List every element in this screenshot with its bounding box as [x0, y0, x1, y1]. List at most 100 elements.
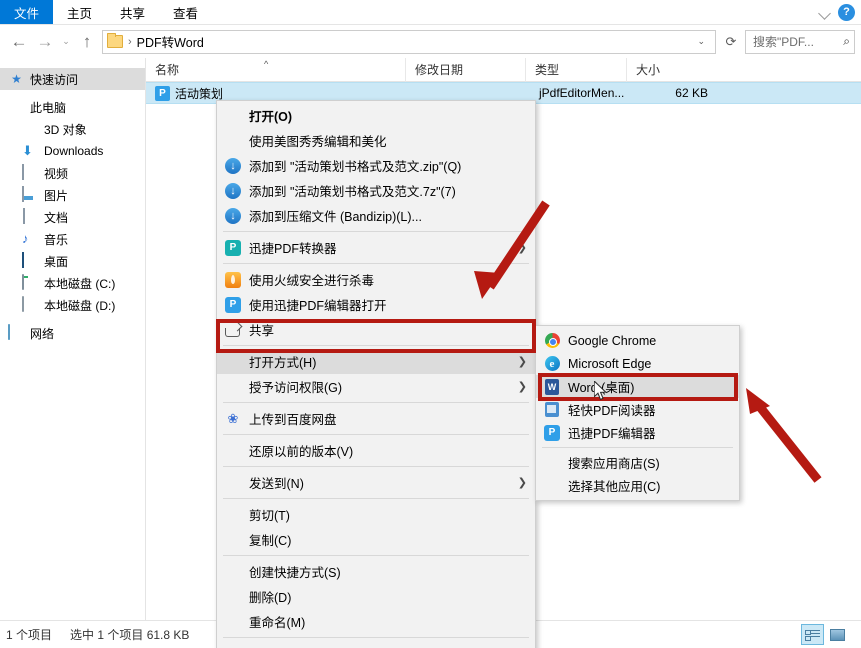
blank-icon — [223, 531, 243, 549]
column-header-name[interactable]: 名称 ^ — [146, 58, 405, 82]
menu-item-share[interactable]: 共享 — [217, 317, 535, 342]
search-placeholder: 搜索"PDF... — [753, 33, 814, 50]
details-view-icon[interactable] — [801, 624, 824, 645]
submenu-item-word-desktop[interactable]: W Word (桌面) — [536, 375, 739, 398]
sidebar-item-videos[interactable]: 视频 — [0, 162, 145, 184]
navigation-pane: ★ 快速访问 此电脑 3D 对象 ⬇ Downloads 视频 图片 — [0, 58, 146, 620]
submenu-item-xunjie-pdf-editor[interactable]: P 迅捷PDF编辑器 — [536, 421, 739, 444]
menu-separator — [223, 555, 529, 556]
ribbon-tab-home[interactable]: 主页 — [53, 0, 106, 24]
menu-item-properties[interactable]: 属性(R) — [217, 641, 535, 648]
chevron-right-icon: ❯ — [512, 241, 527, 254]
chevron-down-icon[interactable]: ⌄ — [691, 36, 711, 47]
refresh-icon[interactable]: ⟳ — [720, 31, 742, 53]
open-with-submenu: Google Chrome e Microsoft Edge W Word (桌… — [535, 325, 740, 501]
sidebar-item-music[interactable]: ♪ 音乐 — [0, 228, 145, 250]
submenu-item-pdf-reader[interactable]: 轻快PDF阅读器 — [536, 398, 739, 421]
search-input[interactable]: 搜索"PDF... ⌕ — [745, 30, 855, 54]
menu-item-grant-access[interactable]: 授予访问权限(G) ❯ — [217, 374, 535, 399]
blank-icon — [223, 474, 243, 492]
column-header-label: 类型 — [535, 61, 559, 78]
submenu-item-label: 搜索应用商店(S) — [568, 453, 660, 472]
menu-item-add-to-zip[interactable]: ↓ 添加到 "活动策划书格式及范文.zip"(Q) — [217, 153, 535, 178]
xunjie-editor-icon: P — [223, 296, 243, 314]
menu-item-create-shortcut[interactable]: 创建快捷方式(S) — [217, 559, 535, 584]
forward-arrow-icon[interactable]: → — [32, 29, 58, 55]
ribbon-tab-view[interactable]: 查看 — [159, 0, 212, 24]
menu-separator — [223, 498, 529, 499]
sidebar-item-label: 此电脑 — [30, 99, 66, 116]
sidebar-item-network[interactable]: 网络 — [0, 322, 145, 344]
music-icon: ♪ — [22, 231, 39, 247]
menu-separator — [223, 434, 529, 435]
winrar-icon: ↓ — [223, 182, 243, 200]
back-arrow-icon[interactable]: ← — [6, 29, 32, 55]
submenu-item-google-chrome[interactable]: Google Chrome — [536, 329, 739, 352]
menu-item-open-with[interactable]: 打开方式(H) ❯ — [217, 349, 535, 374]
blank-icon — [223, 588, 243, 606]
chevron-right-icon: ❯ — [512, 355, 527, 368]
sidebar-item-label: 文档 — [44, 209, 68, 226]
help-circle-icon[interactable]: ? — [838, 4, 855, 21]
menu-item-copy[interactable]: 复制(C) — [217, 527, 535, 552]
submenu-item-search-store[interactable]: 搜索应用商店(S) — [536, 451, 739, 474]
sort-ascending-icon: ^ — [264, 59, 268, 69]
sidebar-item-desktop[interactable]: 桌面 — [0, 250, 145, 272]
chevron-down-icon[interactable] — [818, 5, 832, 19]
menu-item-add-to-archive[interactable]: ↓ 添加到压缩文件 (Bandizip)(L)... — [217, 203, 535, 228]
menu-item-label: 共享 — [249, 320, 527, 339]
blank-icon — [223, 353, 243, 371]
menu-item-rename[interactable]: 重命名(M) — [217, 609, 535, 634]
menu-item-label: 使用美图秀秀编辑和美化 — [249, 131, 527, 150]
ribbon-tab-file[interactable]: 文件 — [0, 0, 53, 24]
sidebar-item-downloads[interactable]: ⬇ Downloads — [0, 140, 145, 162]
menu-item-huorong-scan[interactable]: 使用火绒安全进行杀毒 — [217, 267, 535, 292]
menu-item-label: 添加到 "活动策划书格式及范文.7z"(7) — [249, 181, 527, 200]
edge-icon: e — [543, 355, 561, 372]
sidebar-item-local-disk-d[interactable]: 本地磁盘 (D:) — [0, 294, 145, 316]
up-arrow-icon[interactable]: ↑ — [74, 29, 100, 55]
hard-drive-d-icon — [22, 297, 39, 313]
hard-drive-c-icon — [22, 275, 39, 291]
blank-icon — [223, 107, 243, 125]
menu-item-open-with-xunjie-editor[interactable]: P 使用迅捷PDF编辑器打开 — [217, 292, 535, 317]
submenu-item-microsoft-edge[interactable]: e Microsoft Edge — [536, 352, 739, 375]
menu-item-cut[interactable]: 剪切(T) — [217, 502, 535, 527]
menu-item-label: 使用迅捷PDF编辑器打开 — [249, 295, 527, 314]
menu-item-restore-previous-versions[interactable]: 还原以前的版本(V) — [217, 438, 535, 463]
menu-item-open[interactable]: 打开(O) — [217, 103, 535, 128]
menu-item-label: 发送到(N) — [249, 473, 512, 492]
column-header-label: 名称 — [155, 61, 179, 78]
file-size-cell: 62 KB — [631, 86, 717, 100]
sidebar-item-pictures[interactable]: 图片 — [0, 184, 145, 206]
menu-item-delete[interactable]: 删除(D) — [217, 584, 535, 609]
ribbon-tab-share[interactable]: 共享 — [106, 0, 159, 24]
sidebar-item-3d-objects[interactable]: 3D 对象 — [0, 118, 145, 140]
pdf-reader-icon — [543, 401, 561, 418]
status-selection-info: 选中 1 个项目 61.8 KB — [70, 626, 189, 643]
breadcrumb[interactable]: › PDF转Word ⌄ — [102, 30, 716, 54]
menu-item-label: 添加到 "活动策划书格式及范文.zip"(Q) — [249, 156, 527, 175]
sidebar-item-quick-access[interactable]: ★ 快速访问 — [0, 68, 145, 90]
chrome-icon — [543, 332, 561, 349]
star-icon: ★ — [8, 71, 25, 87]
menu-item-add-to-7z[interactable]: ↓ 添加到 "活动策划书格式及范文.7z"(7) — [217, 178, 535, 203]
column-header-type[interactable]: 类型 — [525, 58, 626, 82]
file-explorer-window: 文件 主页 共享 查看 ? ← → ⌄ ↑ › PDF转Word ⌄ ⟳ 搜索"… — [0, 0, 861, 648]
column-header-size[interactable]: 大小 — [626, 58, 712, 82]
ribbon-tab-label: 主页 — [67, 3, 92, 22]
column-header-date[interactable]: 修改日期 — [405, 58, 525, 82]
sidebar-item-local-disk-c[interactable]: 本地磁盘 (C:) — [0, 272, 145, 294]
tiles-view-icon[interactable] — [826, 624, 849, 645]
menu-item-meitu-edit[interactable]: 使用美图秀秀编辑和美化 — [217, 128, 535, 153]
menu-item-upload-baidu-netdisk[interactable]: ❀ 上传到百度网盘 — [217, 406, 535, 431]
submenu-item-choose-another-app[interactable]: 选择其他应用(C) — [536, 474, 739, 497]
sidebar-item-this-pc[interactable]: 此电脑 — [0, 96, 145, 118]
sidebar-item-documents[interactable]: 文档 — [0, 206, 145, 228]
menu-item-send-to[interactable]: 发送到(N) ❯ — [217, 470, 535, 495]
3d-objects-icon — [22, 121, 39, 137]
menu-item-xunjie-converter[interactable]: P 迅捷PDF转换器 ❯ — [217, 235, 535, 260]
pictures-icon — [22, 187, 39, 203]
recent-locations-icon[interactable]: ⌄ — [58, 29, 74, 55]
videos-icon — [22, 165, 39, 181]
